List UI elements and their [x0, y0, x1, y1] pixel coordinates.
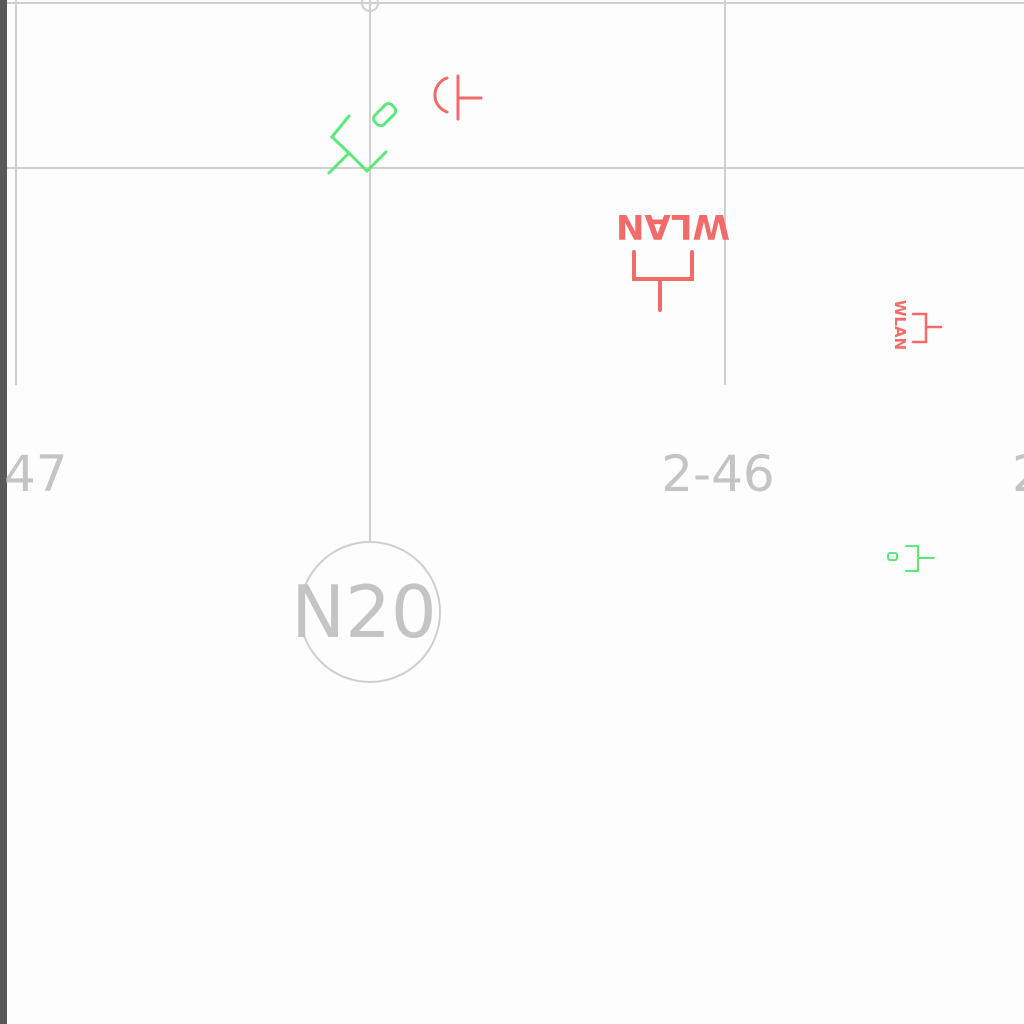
green-outlet-symbol-small[interactable] [887, 545, 935, 572]
wlan-symbol-large[interactable] [632, 250, 694, 312]
floor-plan-svg: N20 47 2-46 2 WLAN WLAN [0, 0, 1024, 1024]
green-outlet-symbol[interactable] [327, 102, 398, 175]
left-edge-bar [0, 0, 7, 1024]
room-label-right: 2 [1012, 445, 1024, 503]
drawing-canvas[interactable]: N20 47 2-46 2 WLAN WLAN [0, 0, 1024, 1024]
wlan-symbol-small[interactable] [911, 312, 943, 344]
wlan-label-small: WLAN [891, 300, 909, 350]
grid-bubble-label: N20 [291, 570, 436, 654]
room-label-center: 2-46 [661, 445, 774, 503]
room-label-left: 47 [4, 445, 68, 503]
grid-lines [7, 0, 1024, 541]
red-receptacle-symbol[interactable] [433, 74, 483, 121]
wlan-label-large: WLAN [616, 206, 730, 246]
